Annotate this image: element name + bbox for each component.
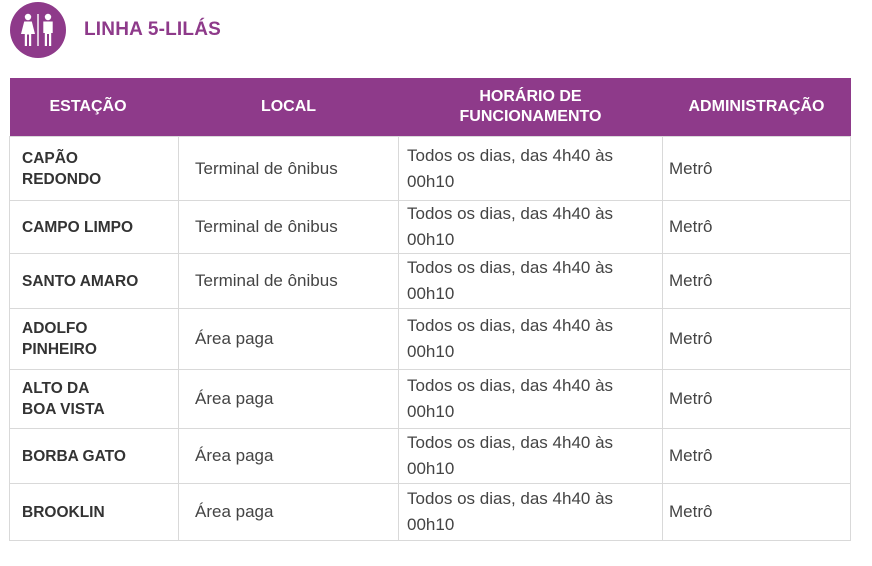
table-row: CAMPO LIMPO Terminal de ônibus Todos os … [9, 200, 851, 254]
hours-text: Todos os dias, das 4h40 às 00h10 [407, 204, 614, 249]
local-cell: Terminal de ônibus [178, 253, 399, 309]
table-row: ALTO DA BOA VISTA Área paga Todos os dia… [9, 369, 851, 429]
admin-cell: Metrô [662, 483, 851, 541]
admin-cell: Metrô [662, 253, 851, 309]
local-cell: Área paga [178, 483, 399, 541]
restroom-icon [10, 2, 66, 58]
local-cell: Terminal de ônibus [178, 200, 399, 254]
hours-cell: Todos os dias, das 4h40 às 00h10 [398, 483, 663, 541]
station-cell: SANTO AMARO [9, 253, 179, 309]
station-cell: BROOKLIN [9, 483, 179, 541]
station-name: CAMPO LIMPO [22, 218, 134, 236]
station-cell: CAPÃO REDONDO [9, 136, 179, 201]
column-header-admin: ADMINISTRAÇÃO [662, 78, 851, 137]
hours-cell: Todos os dias, das 4h40 às 00h10 [398, 308, 663, 370]
station-name: BROOKLIN [22, 503, 105, 521]
column-header-local: LOCAL [178, 78, 399, 137]
hours-text: Todos os dias, das 4h40 às 00h10 [407, 316, 614, 361]
table-row: CAPÃO REDONDO Terminal de ônibus Todos o… [9, 136, 851, 201]
table-row: BROOKLIN Área paga Todos os dias, das 4h… [9, 483, 851, 541]
hours-cell: Todos os dias, das 4h40 às 00h10 [398, 428, 663, 484]
table-row: BORBA GATO Área paga Todos os dias, das … [9, 428, 851, 484]
column-header-hours: HORÁRIO DE FUNCIONAMENTO [398, 78, 663, 137]
column-header-station: ESTAÇÃO [9, 78, 179, 137]
station-cell: BORBA GATO [9, 428, 179, 484]
hours-cell: Todos os dias, das 4h40 às 00h10 [398, 200, 663, 254]
page-header: LINHA 5-LILÁS [10, 2, 221, 58]
table-row: ADOLFO PINHEIRO Área paga Todos os dias,… [9, 308, 851, 370]
admin-cell: Metrô [662, 200, 851, 254]
restroom-table: ESTAÇÃO LOCAL HORÁRIO DE FUNCIONAMENTO A… [9, 78, 851, 541]
hours-cell: Todos os dias, das 4h40 às 00h10 [398, 136, 663, 201]
station-name: CAPÃO REDONDO [22, 149, 102, 188]
hours-cell: Todos os dias, das 4h40 às 00h10 [398, 253, 663, 309]
hours-text: Todos os dias, das 4h40 às 00h10 [407, 376, 614, 421]
station-cell: ALTO DA BOA VISTA [9, 369, 179, 429]
local-cell: Terminal de ônibus [178, 136, 399, 201]
admin-cell: Metrô [662, 428, 851, 484]
station-cell: ADOLFO PINHEIRO [9, 308, 179, 370]
station-name: BORBA GATO [22, 447, 126, 465]
column-header-hours-text: HORÁRIO DE FUNCIONAMENTO [459, 88, 602, 125]
admin-cell: Metrô [662, 369, 851, 429]
local-cell: Área paga [178, 369, 399, 429]
admin-cell: Metrô [662, 308, 851, 370]
hours-cell: Todos os dias, das 4h40 às 00h10 [398, 369, 663, 429]
table-row: SANTO AMARO Terminal de ônibus Todos os … [9, 253, 851, 309]
page-title: LINHA 5-LILÁS [84, 19, 222, 40]
station-name: SANTO AMARO [22, 272, 139, 290]
admin-cell: Metrô [662, 136, 851, 201]
local-cell: Área paga [178, 308, 399, 370]
hours-text: Todos os dias, das 4h40 às 00h10 [407, 145, 614, 191]
hours-text: Todos os dias, das 4h40 às 00h10 [407, 489, 614, 534]
station-name: ADOLFO PINHEIRO [22, 320, 97, 358]
table-header-row: ESTAÇÃO LOCAL HORÁRIO DE FUNCIONAMENTO A… [9, 78, 851, 137]
local-cell: Área paga [178, 428, 399, 484]
hours-text: Todos os dias, das 4h40 às 00h10 [407, 433, 614, 478]
hours-text: Todos os dias, das 4h40 às 00h10 [407, 258, 614, 303]
station-name: ALTO DA BOA VISTA [22, 380, 105, 418]
station-cell: CAMPO LIMPO [9, 200, 179, 254]
